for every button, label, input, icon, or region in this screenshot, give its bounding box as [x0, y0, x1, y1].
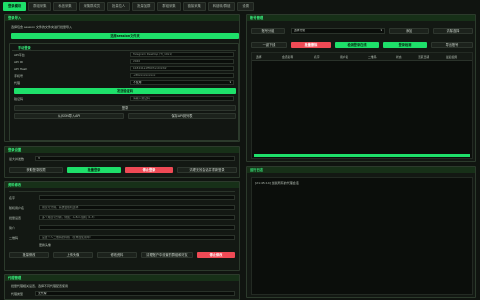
batch-login-button[interactable]: 批量登录	[67, 167, 121, 173]
accounts-panel: 账号管理 账号分组 选择分组 ▾ 添加 清除选择 一键下线 批量删除 检测登录在…	[246, 14, 476, 162]
import-session-button[interactable]: 选择session文件夹	[11, 33, 239, 39]
proxy-panel-title: 代理管理	[5, 275, 239, 281]
profile-title: 资料修改	[5, 182, 239, 188]
tab-login[interactable]: 登录模块	[3, 2, 27, 11]
bio-input[interactable]	[39, 225, 235, 230]
phone-input[interactable]: +86xxxxxxxxxx	[130, 73, 234, 78]
bio-label: 简介	[9, 226, 16, 230]
accounts-table: 选择 会话名称 名字 用户名 二维码 状态 活跃日期 最后使用	[251, 52, 473, 159]
threads-label: 最大并发数	[9, 157, 25, 161]
table-header: 选择 会话名称 名字 用户名 二维码 状态 活跃日期 最后使用	[252, 53, 472, 61]
col-session[interactable]: 会话名称	[282, 55, 293, 59]
accounts-title: 账号管理	[247, 15, 475, 21]
stop-edit-button[interactable]: 停止修改	[197, 252, 235, 258]
divider	[9, 191, 235, 192]
table-scrollbar[interactable]	[254, 154, 470, 157]
batch-set-input[interactable]: 多个用逗号分隔，例如：A,B,C,随机 (1-3)	[39, 215, 235, 220]
login-settings-title: 登录设置	[5, 147, 239, 153]
tab-batch-invite[interactable]: 批量拉人	[107, 2, 131, 11]
code-input[interactable]: 请输入验证码	[130, 96, 234, 101]
tab-bar: 登录模块 群组采集 私信采集 采集群成员 批量拉人 批量加群 群组采集 链接采集…	[3, 2, 254, 11]
col-qrcode[interactable]: 二维码	[368, 55, 376, 59]
api-hash-label: API Hash	[14, 67, 28, 71]
tab-dm-collect[interactable]: 私信采集	[53, 2, 77, 11]
api-id-label: API ID	[14, 60, 23, 64]
proxy-select-value: 不使用	[133, 80, 142, 84]
login-panel: 登录导入 选择包含 session 文件的文件夹进行批量导入 选择session…	[4, 14, 240, 142]
export-accounts-button[interactable]: 导出账号	[431, 42, 473, 48]
save-api-button[interactable]: 保存API到列表	[128, 113, 236, 119]
proxy-type-select[interactable]: 无代理	[35, 291, 235, 296]
stop-login-button[interactable]: 停止登录	[125, 167, 173, 173]
qrcode-input[interactable]: 设置个人二维码的风格（暂未在使用中）	[39, 235, 235, 240]
random-username-input[interactable]: 用逗号分隔，系统会随机选择	[39, 205, 235, 210]
col-name[interactable]: 名字	[314, 55, 320, 59]
api-platform-label: API平台	[14, 53, 25, 57]
login-panel-title: 登录导入	[5, 15, 239, 21]
first-name-label: 名字	[9, 196, 16, 200]
log-output[interactable]: [21:45:14] 加载所有的代理会话	[251, 177, 473, 295]
col-last-used[interactable]: 最后使用	[446, 55, 457, 59]
group-label: 账号分组	[251, 28, 285, 34]
batch-edit-button[interactable]: 批量修改	[9, 252, 49, 258]
col-status[interactable]: 状态	[396, 55, 402, 59]
proxy-panel: 代理管理 批量代理相关设置，选择不同代理配置使用 代理类型 无代理	[4, 274, 240, 300]
log-panel: 运行日志 [21:45:14] 加载所有的代理会话	[246, 166, 476, 298]
log-line: [21:45:14] 加载所有的代理会话	[255, 181, 299, 185]
group-select-value: 选择分组	[294, 28, 306, 32]
col-active-date[interactable]: 活跃日期	[418, 55, 429, 59]
batch-set-label: 批量设置	[9, 216, 22, 220]
profile-panel: 资料修改 名字 随机用户名 用逗号分隔，系统会随机选择 批量设置 多个用逗号分隔…	[4, 181, 240, 271]
tab-link-collect[interactable]: 链接采集	[182, 2, 206, 11]
tab-batch-join[interactable]: 批量加群	[132, 2, 156, 11]
tab-group-collect-2[interactable]: 群组采集	[157, 2, 181, 11]
random-username-label: 随机用户名	[9, 206, 25, 210]
manual-login-section: 手动登录 API平台 Telegram Desktop (Tl_10x1) AP…	[9, 43, 239, 141]
first-name-input[interactable]	[39, 195, 235, 200]
proxy-description: 批量代理相关设置，选择不同代理配置使用	[11, 284, 69, 288]
proxy-label: 代理	[14, 81, 21, 85]
login-settings-panel: 登录设置 最大并发数 3 获取登录权限 批量登录 停止登录 清理无效会话并重新登…	[4, 146, 240, 178]
clear-selection-button[interactable]: 清除选择	[433, 28, 473, 34]
clean-groups-friends-button[interactable]: 清理账户中设置的群组和好友	[141, 252, 193, 258]
tab-group-collect[interactable]: 群组采集	[28, 2, 52, 11]
group-select[interactable]: 选择分组 ▾	[291, 28, 385, 34]
upload-avatar-button[interactable]: 上传头像	[53, 252, 93, 258]
api-platform-select[interactable]: Telegram Desktop (Tl_10x1)	[130, 52, 234, 57]
tab-settings[interactable]: 设置	[237, 2, 254, 11]
batch-delete-button[interactable]: 批量删除	[291, 42, 331, 48]
chevron-down-icon: ▾	[380, 28, 382, 32]
send-code-button[interactable]: 发送验证码	[14, 88, 236, 94]
edit-profile-button[interactable]: 修改资料	[97, 252, 137, 258]
tab-link-convert[interactable]: 转链转/群链	[207, 2, 236, 11]
log-title: 运行日志	[247, 167, 475, 173]
login-description: 选择包含 session 文件的文件夹进行批量导入	[11, 25, 73, 29]
api-id-input[interactable]: 2040	[130, 59, 234, 64]
login-button[interactable]: 登录	[14, 105, 236, 111]
chevron-down-icon: ▾	[229, 80, 231, 84]
avatar-label: 更换头像	[39, 243, 52, 247]
col-username[interactable]: 用户名	[340, 55, 348, 59]
threads-input[interactable]: 3	[35, 156, 235, 161]
qrcode-label: 二维码	[9, 236, 19, 240]
check-online-button[interactable]: 检测登录在线	[335, 42, 379, 48]
api-hash-input[interactable]: b18441a1ff607e10dc62	[130, 66, 234, 71]
proxy-type-label: 代理类型	[11, 292, 24, 296]
col-select[interactable]: 选择	[256, 55, 262, 59]
add-group-button[interactable]: 添加	[389, 28, 429, 34]
logout-all-button[interactable]: 一键下线	[251, 42, 287, 48]
phone-label: 手机号	[14, 74, 24, 78]
divider	[12, 50, 236, 51]
tab-member-collect[interactable]: 采集群成员	[78, 2, 106, 11]
code-label: 验证码	[14, 97, 24, 101]
get-permission-button[interactable]: 获取登录权限	[9, 167, 63, 173]
json-import-button[interactable]: 从JSON导入API	[14, 113, 124, 119]
login-check-button[interactable]: 登录检测	[383, 42, 427, 48]
clean-relogin-button[interactable]: 清理无效会话并重新登录	[177, 167, 237, 173]
proxy-select[interactable]: 不使用 ▾	[130, 80, 234, 85]
